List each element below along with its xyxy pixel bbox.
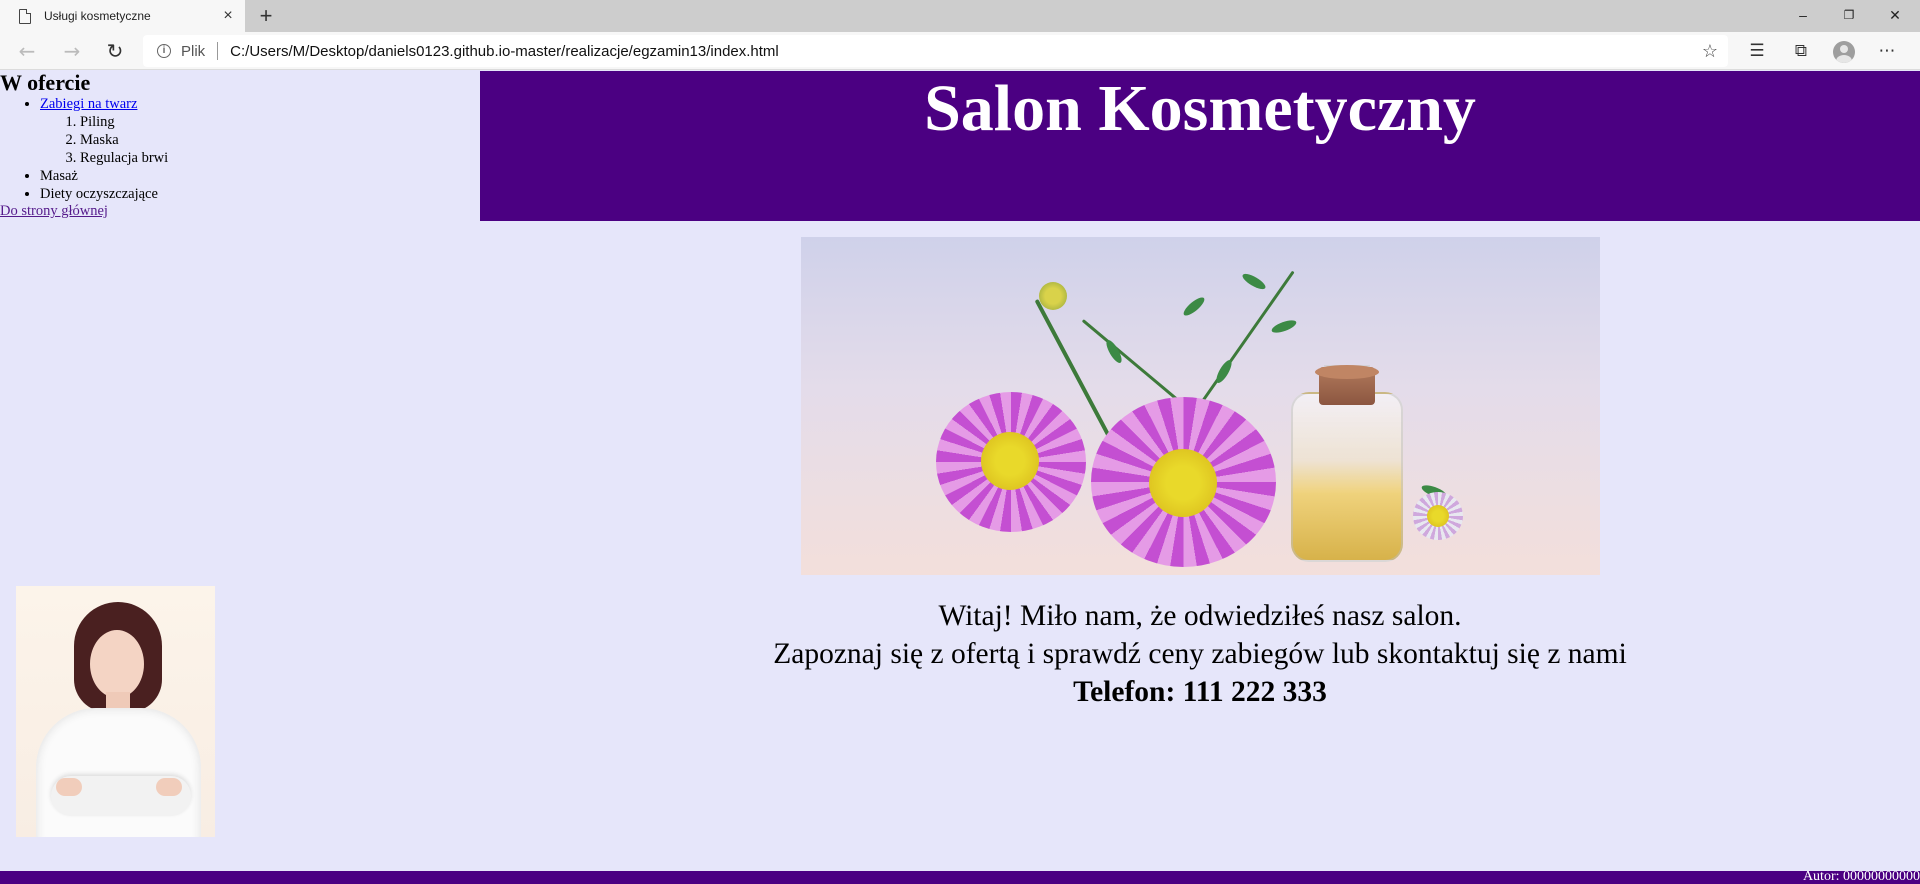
phone-number: Telefon: 111 222 333 <box>1073 676 1327 708</box>
photo-hand <box>156 778 182 796</box>
restore-button[interactable]: ❐ <box>1826 0 1872 30</box>
photo-coat <box>36 708 201 837</box>
list-item: Masaż <box>40 167 480 185</box>
photo-hand <box>56 778 82 796</box>
url-text[interactable]: C:/Users/M/Desktop/daniels0123.github.io… <box>230 43 1692 60</box>
reload-icon[interactable]: ↻ <box>101 37 129 65</box>
flower-center <box>981 432 1039 490</box>
facial-treatments-sublist: Piling Maska Regulacja brwi <box>80 113 480 167</box>
new-tab-button[interactable]: + <box>252 2 280 30</box>
page-title: Salon Kosmetyczny <box>924 72 1476 145</box>
facial-treatments-link[interactable]: Zabiegi na twarz <box>40 96 137 112</box>
list-item: Zabiegi na twarz Piling Maska Regulacja … <box>40 95 480 167</box>
flower-stem <box>1081 319 1184 405</box>
flower-stem <box>1200 270 1295 404</box>
minimize-button[interactable]: – <box>1780 0 1826 30</box>
leaf <box>1270 317 1298 336</box>
welcome-line: Witaj! Miło nam, że odwiedziłeś nasz sal… <box>938 600 1462 632</box>
home-page-link[interactable]: Do strony głównej <box>0 203 480 220</box>
tab-strip: Usługi kosmetyczne × + – ❐ ✕ <box>0 0 1920 32</box>
browser-toolbar: ← → ↻ i Plik C:/Users/M/Desktop/daniels0… <box>0 32 1920 70</box>
leaf <box>1181 294 1207 319</box>
back-arrow-icon[interactable]: ← <box>13 37 41 65</box>
address-bar[interactable]: i Plik C:/Users/M/Desktop/daniels0123.gi… <box>143 35 1728 67</box>
star-icon[interactable]: ☆ <box>1692 41 1728 62</box>
address-separator <box>217 42 219 60</box>
list-item: Maska <box>80 131 480 149</box>
browser-tab[interactable]: Usługi kosmetyczne × <box>0 0 245 32</box>
beautician-photo <box>16 586 215 837</box>
leaf <box>1240 271 1268 292</box>
author-text: Autor: 00000000000 <box>1802 869 1920 884</box>
more-icon[interactable]: ⋯ <box>1872 37 1902 65</box>
list-item: Regulacja brwi <box>80 149 480 167</box>
collections-icon[interactable]: ⧉ <box>1786 37 1816 65</box>
welcome-section: Witaj! Miło nam, że odwiedziłeś nasz sal… <box>480 597 1920 711</box>
oil-bottle <box>1291 392 1403 562</box>
info-icon[interactable]: i <box>157 44 171 58</box>
profile-icon[interactable] <box>1833 41 1855 63</box>
photo-face <box>90 630 144 698</box>
tab-close-icon[interactable]: × <box>215 7 241 25</box>
offer-heading: W ofercie <box>0 70 91 95</box>
flower-center <box>1149 449 1217 517</box>
forward-arrow-icon[interactable]: → <box>58 37 86 65</box>
page-icon <box>19 8 31 24</box>
offer-line: Zapoznaj się z ofertą i sprawdź ceny zab… <box>773 638 1627 670</box>
list-item: Diety oczyszczające <box>40 185 480 203</box>
hero-image <box>801 237 1600 575</box>
flower-center <box>1427 505 1449 527</box>
tab-title: Usługi kosmetyczne <box>44 9 151 23</box>
list-item: Piling <box>80 113 480 131</box>
cork-top <box>1315 365 1379 379</box>
offer-list: Zabiegi na twarz Piling Maska Regulacja … <box>40 95 480 203</box>
page-header: Salon Kosmetyczny <box>480 71 1920 221</box>
close-window-button[interactable]: ✕ <box>1872 0 1918 30</box>
scheme-label: Plik <box>181 42 206 60</box>
page-footer: Autor: 00000000000 <box>0 869 1920 884</box>
flower-bud <box>1039 282 1067 310</box>
favorites-list-icon[interactable]: ☰ <box>1742 37 1772 65</box>
leaf <box>1213 357 1235 386</box>
